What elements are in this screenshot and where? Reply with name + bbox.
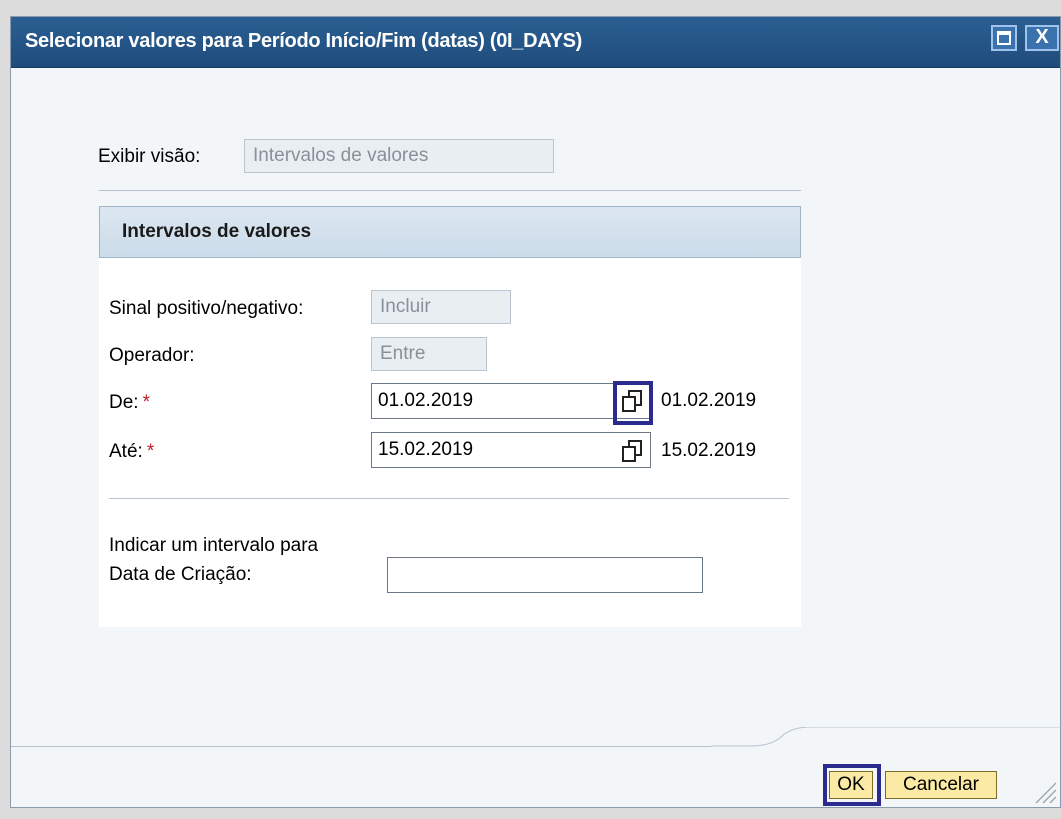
dialog-titlebar[interactable]: Selecionar valores para Período Início/F…: [11, 17, 1060, 68]
panel-title: Intervalos de valores: [99, 206, 801, 258]
resize-grip-icon[interactable]: [1030, 777, 1056, 803]
required-marker: *: [142, 392, 150, 413]
creation-date-input[interactable]: [387, 557, 703, 593]
from-label-text: De:: [109, 392, 139, 413]
to-date-input[interactable]: 15.02.2019: [371, 432, 651, 468]
operator-label: Operador:: [109, 345, 195, 366]
dialog-title: Selecionar valores para Período Início/F…: [25, 30, 583, 52]
maximize-icon[interactable]: [991, 25, 1017, 51]
cancel-button[interactable]: Cancelar: [885, 771, 997, 799]
sign-label: Sinal positivo/negativo:: [109, 298, 304, 319]
operator-field: Entre: [371, 337, 487, 371]
divider-top: [99, 190, 801, 191]
dialog-content: Exibir visão: Intervalos de valores Inte…: [11, 68, 1060, 807]
from-label: De: *: [109, 392, 150, 414]
required-marker: *: [146, 441, 155, 462]
sign-field: Incluir: [371, 290, 511, 324]
footer-divider: [11, 746, 711, 747]
view-select[interactable]: Intervalos de valores: [244, 139, 554, 173]
range-label-line2: Data de Criação:: [109, 564, 252, 585]
to-label-text: Até:: [109, 441, 143, 462]
calendar-icon[interactable]: [622, 440, 644, 462]
footer-curve: [711, 727, 1061, 747]
to-label: Até: *: [109, 441, 154, 463]
from-date-display: 01.02.2019: [661, 390, 757, 411]
divider-mid: [109, 498, 789, 499]
range-label-line1: Indicar um intervalo para: [109, 535, 319, 556]
view-label: Exibir visão:: [98, 146, 201, 167]
ok-highlight: [823, 764, 881, 806]
close-icon[interactable]: X: [1025, 25, 1059, 51]
from-date-input[interactable]: 01.02.2019: [371, 383, 651, 419]
value-selection-dialog: Selecionar valores para Período Início/F…: [10, 16, 1061, 808]
to-date-display: 15.02.2019: [661, 440, 757, 461]
calendar-highlight: [613, 381, 653, 425]
